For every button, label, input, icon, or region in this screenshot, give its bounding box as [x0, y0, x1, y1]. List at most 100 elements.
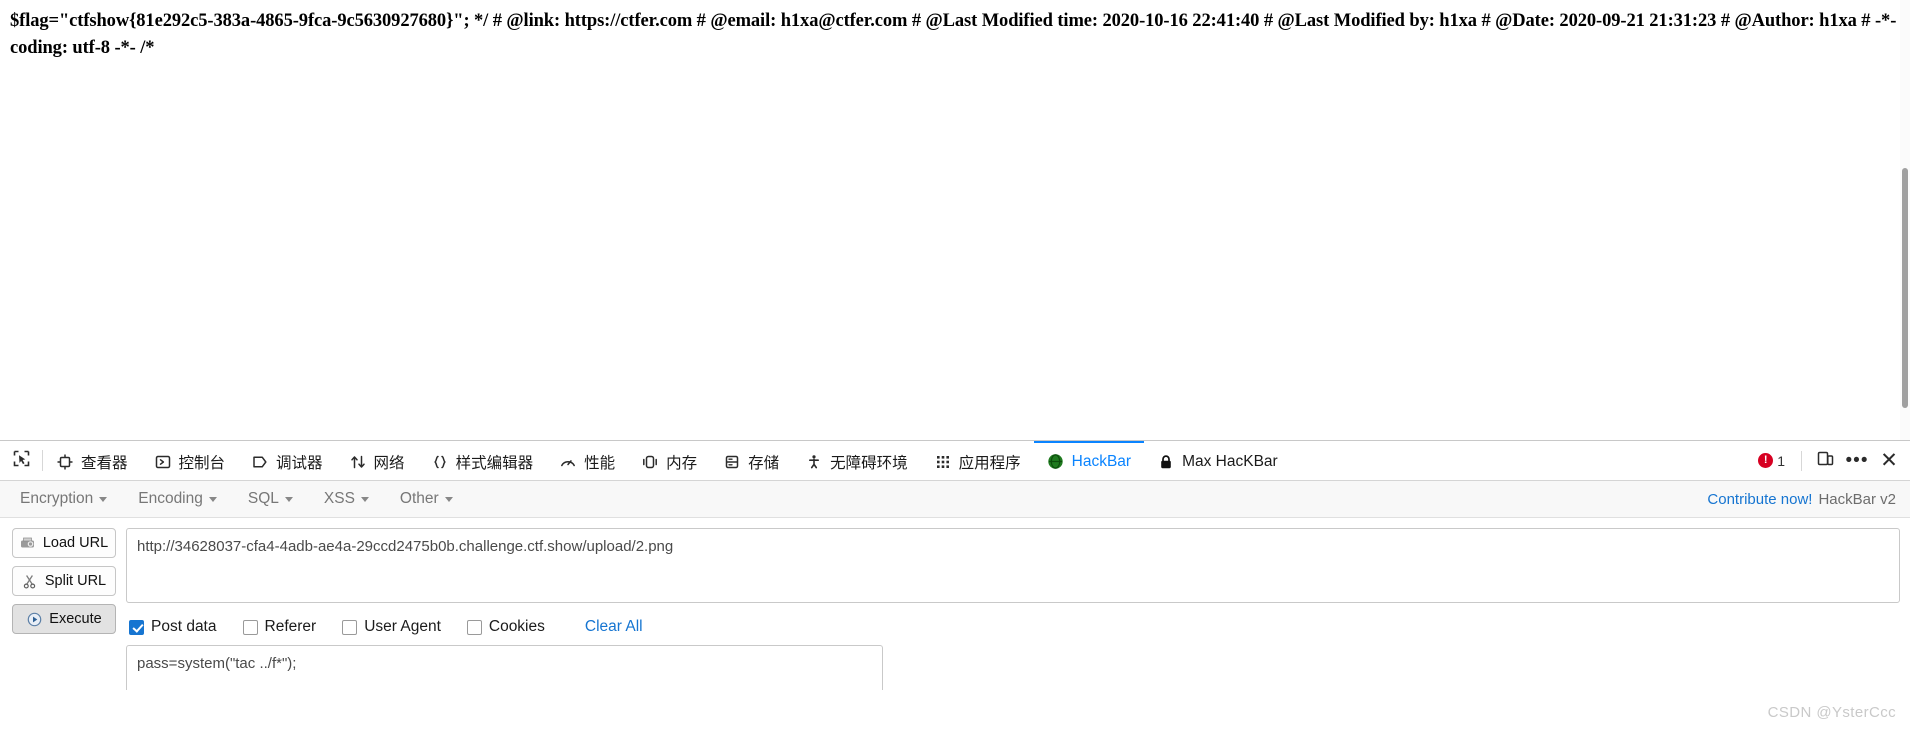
tab-storage[interactable]: 存储 [710, 441, 792, 480]
chevron-down-icon [99, 496, 108, 502]
accessibility-icon [805, 453, 823, 471]
tab-label: 无障碍环境 [830, 454, 908, 472]
toolbar-divider-right [1801, 450, 1802, 471]
clear-all-link[interactable]: Clear All [585, 618, 643, 636]
load-url-button[interactable]: Load URL [12, 528, 116, 558]
hackbar-body: Load URL Split URL Execute http://346280… [0, 518, 1910, 695]
devtools-close-button[interactable]: ✕ [1874, 446, 1904, 476]
tab-application[interactable]: 应用程序 [921, 441, 1034, 480]
option-referer[interactable]: Referer [242, 618, 317, 636]
execute-play-icon [26, 611, 42, 627]
hackbar-options-row: Post data Referer User Agent Cookies Cle… [126, 608, 1900, 645]
close-icon: ✕ [1880, 449, 1898, 472]
error-count-label: 1 [1777, 452, 1785, 469]
debugger-icon [251, 453, 269, 471]
option-cookies[interactable]: Cookies [466, 618, 545, 636]
tab-max-hackbar[interactable]: Max HacKBar [1144, 441, 1291, 480]
post-data-checkbox[interactable] [129, 619, 144, 635]
error-count-badge[interactable]: ! 1 [1750, 453, 1793, 469]
tab-network[interactable]: 网络 [336, 441, 418, 480]
page-scrollbar-thumb[interactable] [1902, 168, 1908, 408]
hackbar-icon [1047, 453, 1065, 471]
load-url-icon [20, 535, 36, 551]
memory-icon [641, 453, 659, 471]
devtools-toolbar-right: ! 1 ••• ✕ [1750, 441, 1910, 480]
menu-label: Other [399, 490, 439, 507]
menu-label: XSS [323, 490, 355, 507]
hackbar-action-buttons: Load URL Split URL Execute [12, 528, 116, 695]
option-user-agent[interactable]: User Agent [342, 618, 441, 636]
devtools-options-button[interactable]: ••• [1842, 446, 1872, 476]
network-icon [349, 453, 367, 471]
chevron-down-icon [444, 496, 453, 502]
console-icon [154, 453, 172, 471]
error-badge-icon: ! [1758, 453, 1774, 468]
browser-page-content: $flag="ctfshow{81e292c5-383a-4865-9fca-9… [0, 0, 1910, 440]
devtools-tab-list: 查看器 控制台 调试器 网络 样式编辑器 性能 内存 存储 无障碍环境 应用程序… [43, 441, 1750, 480]
tab-label: 网络 [373, 454, 405, 472]
lock-icon [1157, 453, 1175, 471]
cookies-checkbox[interactable] [466, 619, 482, 635]
option-post-data[interactable]: Post data [129, 618, 217, 636]
menu-sql[interactable]: SQL [242, 486, 306, 512]
menu-xss[interactable]: XSS [318, 486, 382, 512]
tab-label: 样式编辑器 [455, 454, 534, 472]
csdn-watermark: CSDN @YsterCcc [1767, 704, 1896, 721]
tab-label: 性能 [584, 454, 616, 472]
page-scrollbar[interactable] [1900, 0, 1910, 440]
chevron-down-icon [208, 496, 217, 502]
tab-label: Max HacKBar [1182, 452, 1278, 470]
hackbar-menu-bar: Encryption Encoding SQL XSS Other Contri… [0, 481, 1910, 518]
button-label: Execute [49, 611, 102, 627]
tab-label: 应用程序 [958, 454, 1021, 472]
tab-performance[interactable]: 性能 [546, 441, 628, 480]
execute-button[interactable]: Execute [12, 604, 116, 634]
option-label: User Agent [364, 618, 441, 635]
tab-accessibility[interactable]: 无障碍环境 [792, 441, 921, 480]
tab-label: 查看器 [81, 454, 128, 472]
tab-debugger[interactable]: 调试器 [238, 441, 336, 480]
option-label: Referer [264, 618, 317, 635]
application-icon [934, 453, 952, 471]
tab-label: 存储 [748, 454, 780, 472]
tab-hackbar[interactable]: HackBar [1033, 441, 1145, 480]
hackbar-version-label: HackBar v2 [1818, 490, 1896, 508]
contribute-link[interactable]: Contribute now! [1707, 491, 1812, 508]
php-source-text: $flag="ctfshow{81e292c5-383a-4865-9fca-9… [10, 11, 1897, 58]
tab-label: 调试器 [276, 454, 323, 472]
option-label: Post data [151, 618, 217, 635]
user-agent-checkbox[interactable] [342, 619, 358, 635]
tab-label: 内存 [666, 454, 698, 472]
performance-icon [559, 453, 577, 471]
tab-label: 控制台 [178, 454, 226, 472]
tab-memory[interactable]: 内存 [628, 441, 710, 480]
split-url-icon [22, 573, 38, 589]
element-picker-button[interactable] [0, 441, 42, 480]
tab-console[interactable]: 控制台 [141, 441, 239, 480]
meatball-menu-icon: ••• [1845, 449, 1869, 471]
style-editor-icon [431, 453, 449, 471]
tab-inspector[interactable]: 查看器 [43, 441, 141, 480]
inspector-icon [56, 453, 74, 471]
devtools-toolbar: 查看器 控制台 调试器 网络 样式编辑器 性能 内存 存储 无障碍环境 应用程序… [0, 441, 1910, 481]
url-input[interactable] [126, 528, 1900, 603]
button-label: Split URL [44, 573, 107, 589]
element-picker-icon [12, 449, 31, 473]
option-label: Cookies [488, 618, 545, 635]
responsive-design-mode-button[interactable] [1810, 446, 1840, 476]
tab-label: HackBar [1071, 452, 1132, 470]
referer-checkbox[interactable] [242, 619, 258, 635]
menu-other[interactable]: Other [394, 486, 466, 512]
post-data-input[interactable] [126, 645, 883, 690]
hackbar-fields: Post data Referer User Agent Cookies Cle… [126, 528, 1900, 695]
tab-style-editor[interactable]: 样式编辑器 [418, 441, 547, 480]
menu-encryption[interactable]: Encryption [14, 486, 120, 512]
responsive-design-mode-icon [1817, 450, 1834, 472]
menu-label: Encoding [138, 490, 203, 507]
chevron-down-icon [284, 496, 293, 502]
menu-label: Encryption [20, 490, 94, 507]
menu-encoding[interactable]: Encoding [132, 486, 230, 512]
button-label: Load URL [42, 535, 109, 551]
split-url-button[interactable]: Split URL [12, 566, 116, 596]
menu-label: SQL [247, 490, 279, 507]
